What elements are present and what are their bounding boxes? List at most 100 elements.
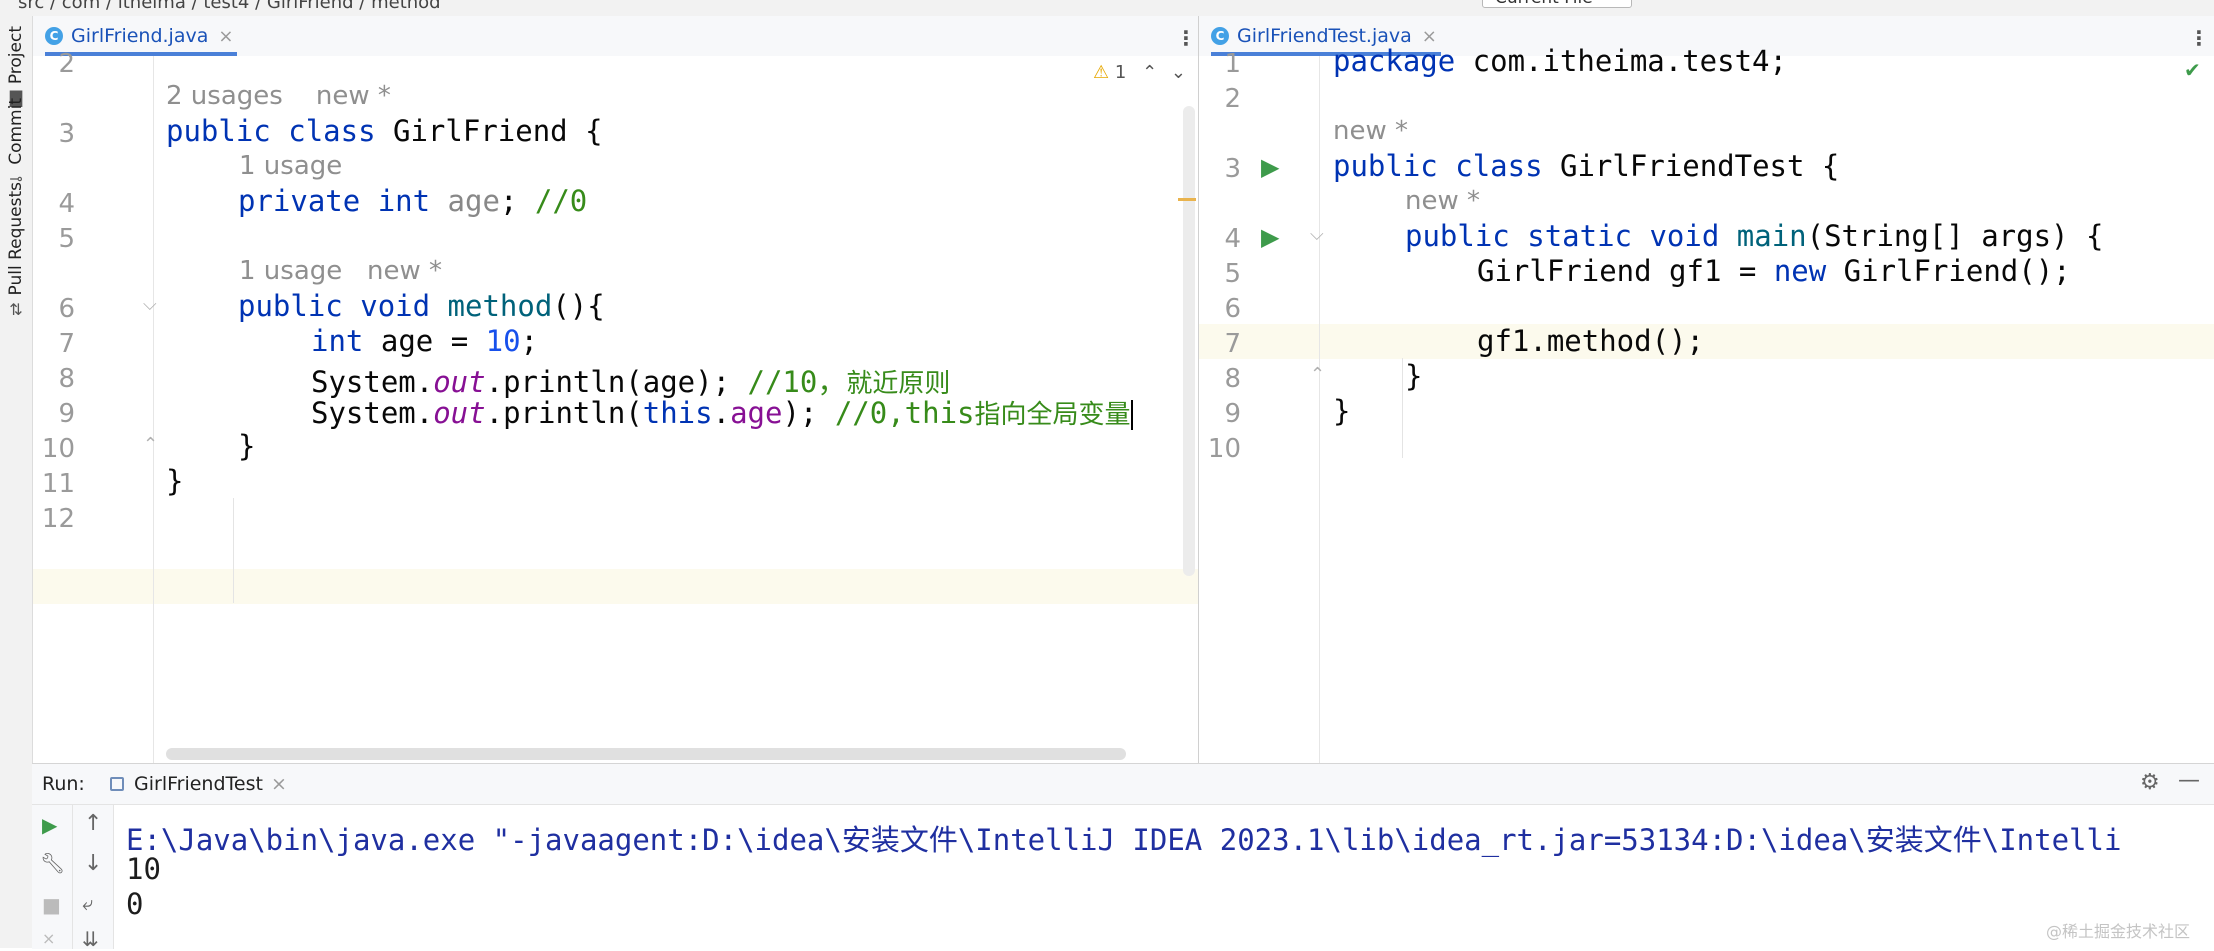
- arrow-up-icon[interactable]: ↑: [84, 811, 102, 836]
- run-header: Run: GirlFriendTest × ⚙ —: [32, 764, 2214, 805]
- indent-guide: [233, 498, 234, 603]
- pull-request-icon: ⇅: [9, 299, 23, 319]
- no-problems-check-icon[interactable]: ✔: [2184, 58, 2201, 82]
- warning-icon: ⚠: [1093, 62, 1110, 83]
- editor-left: C GirlFriend.java × ⋮ 2 3 4 5 6 7 8 9 10…: [33, 16, 1198, 763]
- line-number: 6: [58, 294, 75, 324]
- current-line-highlight: [1199, 324, 2214, 359]
- usage-hint[interactable]: 1 usage: [239, 151, 342, 181]
- code-line: System.out.println(this.age); //0,this指向…: [311, 396, 1133, 430]
- run-label: Run:: [42, 773, 85, 795]
- soft-wrap-icon[interactable]: ⤶: [82, 891, 93, 915]
- gear-icon[interactable]: ⚙: [2140, 770, 2160, 795]
- more-options-icon[interactable]: ⋮: [2189, 26, 2209, 50]
- line-number: 9: [58, 399, 75, 429]
- line-number: 10: [1207, 434, 1241, 464]
- line-number: 2: [58, 49, 75, 79]
- line-number: 5: [1224, 259, 1241, 289]
- scroll-to-end-icon[interactable]: ⇊: [82, 927, 99, 951]
- rerun-icon[interactable]: ▶: [42, 813, 57, 837]
- fold-marker-icon[interactable]: ⌃: [1310, 364, 1325, 385]
- code-line: }: [238, 429, 256, 463]
- line-number: 1: [1224, 49, 1241, 79]
- line-number: 4: [58, 189, 75, 219]
- line-number: 3: [1224, 154, 1241, 184]
- line-number: 9: [1224, 399, 1241, 429]
- arrow-down-icon[interactable]: ↓: [84, 851, 102, 876]
- code-line: package com.itheima.test4;: [1333, 44, 1787, 78]
- code-line: int age = 10;: [311, 324, 539, 358]
- editor-right: C GirlFriendTest.java × ⋮ 1 2 3 4 5 6 7 …: [1199, 16, 2214, 763]
- tool-window-strip: Project ▇ Commit ⊸ Pull Requests ⇅: [0, 16, 33, 948]
- line-number: 7: [58, 329, 75, 359]
- run-toolbar-secondary: ↑ ↓ ⤶ ⇊: [73, 805, 114, 951]
- run-tab[interactable]: GirlFriendTest ×: [110, 764, 287, 804]
- code-line: }: [166, 464, 184, 498]
- line-number: 7: [1224, 329, 1241, 359]
- fold-marker-icon[interactable]: ⌃: [143, 434, 158, 455]
- editor-tab-bar: C GirlFriend.java × ⋮: [33, 16, 1198, 57]
- code-line: public class GirlFriendTest {: [1333, 149, 1840, 183]
- code-area[interactable]: 1 2 3 4 5 6 7 8 9 10 ▶ ▶ ⌵ ⌃ ✔ new * new…: [1199, 44, 2214, 763]
- wrench-icon[interactable]: 🔧︎: [40, 851, 65, 875]
- indent-guide: [1402, 358, 1403, 458]
- code-line: gf1.method();: [1477, 324, 1704, 358]
- commit-tool-label: Commit: [6, 98, 26, 165]
- breadcrumb[interactable]: src / com / itheima / test4 / GirlFriend…: [18, 0, 441, 13]
- code-line: GirlFriend gf1 = new GirlFriend();: [1477, 254, 2071, 288]
- code-line: public static void main(String[] args) {: [1405, 219, 2104, 253]
- fold-marker-icon[interactable]: ⌵: [143, 294, 157, 315]
- warning-count: 1: [1114, 62, 1127, 83]
- console-icon: [110, 777, 124, 791]
- navigation-bar: src / com / itheima / test4 / GirlFriend…: [0, 0, 2214, 17]
- run-class-icon[interactable]: ▶: [1261, 153, 1279, 181]
- tab-label: GirlFriend.java: [71, 25, 209, 47]
- previous-highlight-icon[interactable]: ⌃: [1142, 62, 1157, 83]
- more-icon[interactable]: ×: [42, 929, 55, 948]
- project-tool-button[interactable]: Project ▇: [0, 26, 32, 107]
- usage-hint[interactable]: 1 usage new *: [239, 256, 442, 286]
- run-toolbar-primary: ▶ 🔧︎ ■ ×: [32, 805, 73, 949]
- code-line: public void method(){: [238, 289, 605, 323]
- code-line: public class GirlFriend {: [166, 114, 603, 148]
- line-number: 5: [58, 224, 75, 254]
- line-number: 8: [1224, 364, 1241, 394]
- line-number: 10: [41, 434, 75, 464]
- usage-hint[interactable]: 2 usages new *: [166, 81, 391, 111]
- minimize-icon[interactable]: —: [2178, 768, 2200, 793]
- usage-hint[interactable]: new *: [1405, 186, 1480, 216]
- run-config-selector[interactable]: Current File: [1482, 0, 1632, 8]
- code-area[interactable]: 2 3 4 5 6 7 8 9 10 11 12 ⌵ ⌃ ⚠ 1 ⌃ ⌄ 2 u…: [33, 49, 1198, 763]
- line-number: 6: [1224, 294, 1241, 324]
- console-output[interactable]: E:\Java\bin\java.exe "-javaagent:D:\idea…: [114, 805, 2214, 949]
- usage-hint[interactable]: new *: [1333, 116, 1408, 146]
- commit-tool-button[interactable]: Commit ⊸: [0, 98, 32, 188]
- warning-stripe-marker[interactable]: [1178, 198, 1196, 201]
- stop-icon[interactable]: ■: [42, 893, 61, 917]
- line-number: 8: [58, 364, 75, 394]
- console-line: 10: [126, 852, 161, 886]
- line-number: 12: [41, 504, 75, 534]
- line-number: 3: [58, 119, 75, 149]
- java-class-icon: C: [1211, 27, 1229, 45]
- gutter-separator: [1319, 56, 1320, 763]
- project-tool-label: Project: [6, 26, 26, 85]
- close-icon[interactable]: ×: [271, 773, 287, 795]
- fold-marker-icon[interactable]: ⌵: [1310, 224, 1324, 245]
- vertical-scrollbar[interactable]: [1183, 106, 1195, 576]
- run-tool-window: Run: GirlFriendTest × ⚙ — ▶ 🔧︎ ■ × ↑ ↓ ⤶…: [32, 763, 2214, 951]
- java-class-icon: C: [45, 27, 63, 45]
- more-options-icon[interactable]: ⋮: [1176, 26, 1196, 50]
- run-main-icon[interactable]: ▶: [1261, 223, 1279, 251]
- line-number: 11: [41, 469, 75, 499]
- code-line: }: [1333, 394, 1351, 428]
- next-highlight-icon[interactable]: ⌄: [1171, 62, 1186, 83]
- console-line: E:\Java\bin\java.exe "-javaagent:D:\idea…: [126, 823, 2122, 857]
- pull-requests-tool-button[interactable]: Pull Requests ⇅: [0, 182, 32, 319]
- horizontal-scrollbar[interactable]: [166, 748, 1126, 760]
- text-caret: [1130, 400, 1133, 430]
- inspection-widget[interactable]: ⚠ 1 ⌃ ⌄: [1093, 62, 1186, 83]
- close-icon[interactable]: ×: [218, 26, 233, 47]
- console-line: 0: [126, 887, 144, 921]
- line-number: 2: [1224, 84, 1241, 114]
